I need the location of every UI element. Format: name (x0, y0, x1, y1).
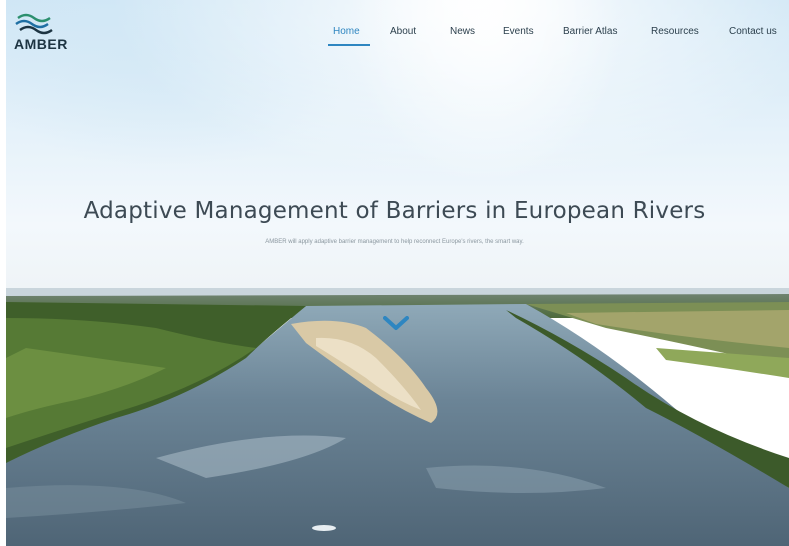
nav-item-events[interactable]: Events (503, 26, 534, 37)
nav-item-resources[interactable]: Resources (651, 26, 699, 37)
nav-item-barrier-atlas[interactable]: Barrier Atlas (563, 26, 617, 37)
amber-waves-logo-icon (15, 13, 53, 35)
nav-item-home[interactable]: Home (333, 26, 360, 37)
hero-title: Adaptive Management of Barriers in Europ… (83, 198, 706, 224)
nav-item-news[interactable]: News (450, 26, 475, 37)
hero-subtitle: AMBER will apply adaptive barrier manage… (265, 239, 524, 245)
chevron-down-icon[interactable] (383, 316, 409, 332)
logo-wordmark: AMBER (14, 36, 68, 52)
nav-item-about[interactable]: About (390, 26, 416, 37)
nav-active-underline (328, 44, 370, 46)
amber-logo[interactable]: AMBER (14, 12, 84, 52)
nav-item-contact-us[interactable]: Contact us (729, 26, 777, 37)
hero-banner: AMBER Home About News Events Barrier Atl… (6, 0, 789, 546)
